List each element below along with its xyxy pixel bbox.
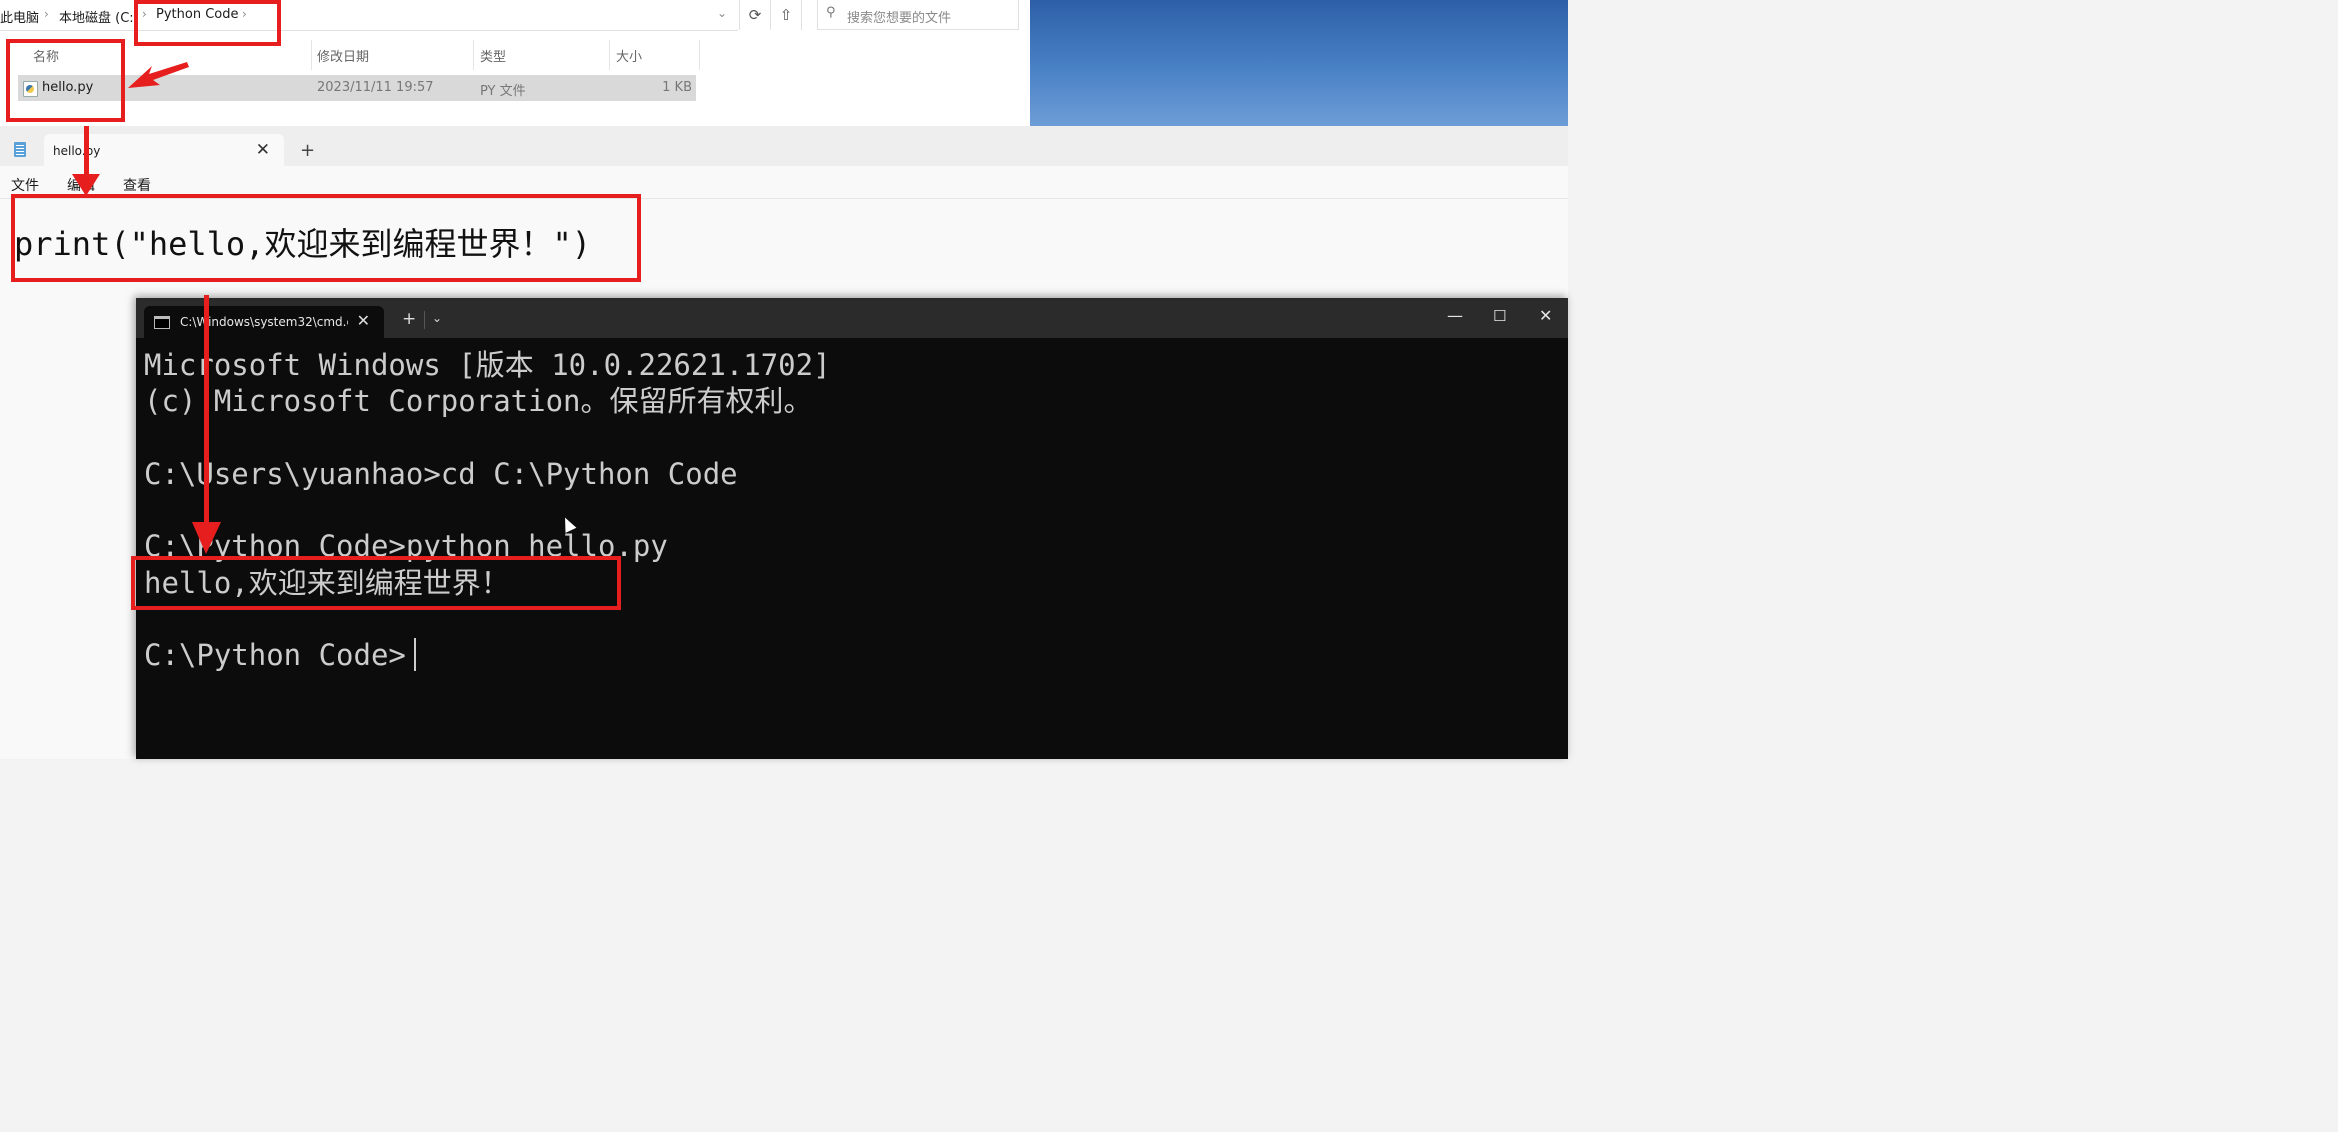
annotation-arrows	[72, 62, 221, 554]
arrow-head-down-1	[72, 174, 100, 196]
desktop: 此电脑 › 本地磁盘 (C:) › Python Code › ⌄ ⟳ ⇧ ⚲ …	[0, 0, 1568, 759]
arrow-shaft-down-2	[204, 295, 209, 527]
arrow-head-down-2	[192, 522, 221, 554]
arrow-to-file-icon	[128, 62, 189, 88]
arrow-shaft-down-1	[84, 126, 89, 178]
